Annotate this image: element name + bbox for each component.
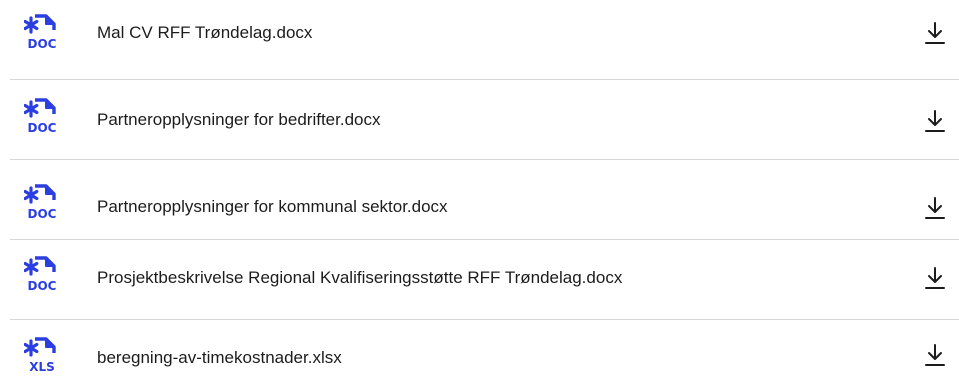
download-icon[interactable] [923,342,947,368]
file-row[interactable]: DOC Partneropplysninger for bedrifter.do… [10,80,959,160]
file-name-link[interactable]: Partneropplysninger for kommunal sektor.… [97,196,448,218]
file-type-label: DOC [28,37,57,51]
file-name-link[interactable]: Mal CV RFF Trøndelag.docx [97,22,312,44]
file-row[interactable]: DOC Prosjektbeskrivelse Regional Kvalifi… [10,240,959,320]
file-type-label: XLS [29,360,55,374]
file-name-link[interactable]: Partneropplysninger for bedrifter.docx [97,109,381,131]
file-name-link[interactable]: beregning-av-timekostnader.xlsx [97,347,342,369]
file-type-label: DOC [28,279,57,293]
file-row[interactable]: XLS beregning-av-timekostnader.xlsx [10,320,959,390]
file-type-label: DOC [28,207,57,221]
file-type-label: DOC [28,121,57,135]
doc-file-icon: DOC [24,98,60,136]
file-row[interactable]: DOC Mal CV RFF Trøndelag.docx [10,0,959,80]
file-list: DOC Mal CV RFF Trøndelag.docx DOC Partne… [10,0,959,390]
download-icon[interactable] [923,108,947,134]
xls-file-icon: XLS [24,337,60,375]
download-icon[interactable] [923,265,947,291]
doc-file-icon: DOC [24,256,60,294]
download-icon[interactable] [923,20,947,46]
file-row[interactable]: DOC Partneropplysninger for kommunal sek… [10,160,959,240]
doc-file-icon: DOC [24,14,60,52]
doc-file-icon: DOC [24,184,60,222]
download-icon[interactable] [923,195,947,221]
file-name-link[interactable]: Prosjektbeskrivelse Regional Kvalifiseri… [97,267,622,289]
